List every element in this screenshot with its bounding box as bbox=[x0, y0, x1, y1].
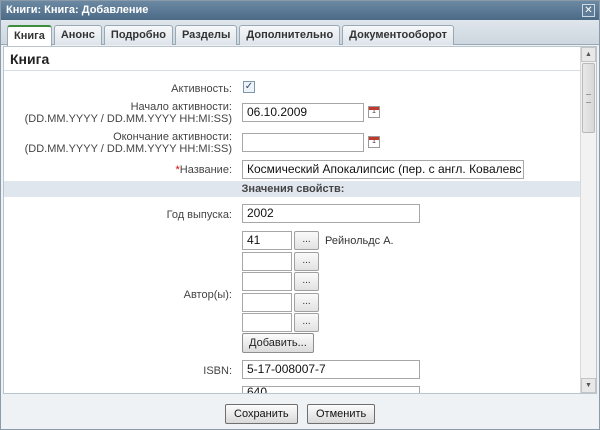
name-label: *Название: bbox=[176, 164, 233, 176]
authors-label: Автор(ы): bbox=[183, 289, 232, 301]
start-activity-input[interactable]: 06.10.2009 bbox=[242, 103, 364, 122]
author-id-input-1[interactable]: 41 bbox=[242, 231, 292, 250]
add-author-button[interactable]: Добавить... bbox=[242, 333, 314, 353]
tab-sections[interactable]: Разделы bbox=[174, 25, 238, 45]
tab-additional[interactable]: Дополнительно bbox=[239, 25, 341, 45]
activity-checkbox[interactable]: ✓ bbox=[243, 81, 255, 93]
name-label-text: Название: bbox=[179, 164, 232, 176]
isbn-input[interactable]: 5-17-008007-7 bbox=[242, 360, 420, 379]
author-select-button-3[interactable]: ... bbox=[294, 272, 319, 291]
add-book-dialog: Книги: Книга: Добавление ✕ Книга Анонс П… bbox=[0, 0, 600, 430]
properties-header: Значения свойств: bbox=[4, 181, 582, 197]
partial-field-input[interactable]: 640 bbox=[242, 386, 420, 393]
author-select-button-5[interactable]: ... bbox=[294, 313, 319, 332]
tab-bar: Книга Анонс Подробно Разделы Дополнитель… bbox=[1, 20, 599, 46]
window-title: Книги: Книга: Добавление bbox=[6, 4, 149, 16]
scroll-down-icon[interactable]: ▼ bbox=[581, 378, 596, 393]
tab-document-flow[interactable]: Документооборот bbox=[342, 25, 454, 45]
end-activity-input[interactable] bbox=[242, 133, 364, 152]
isbn-label: ISBN: bbox=[203, 365, 232, 377]
vertical-scrollbar[interactable]: ▲ ▼ bbox=[580, 47, 596, 393]
end-activity-format-hint: (DD.MM.YYYY / DD.MM.YYYY HH:MI:SS) bbox=[24, 143, 232, 155]
end-activity-label-text: Окончание активности: bbox=[113, 131, 232, 143]
dialog-footer: Сохранить Отменить bbox=[1, 395, 599, 429]
tab-book[interactable]: Книга bbox=[7, 25, 52, 46]
author-select-button-4[interactable]: ... bbox=[294, 293, 319, 312]
year-label: Год выпуска: bbox=[166, 209, 232, 221]
close-icon[interactable]: ✕ bbox=[582, 4, 595, 17]
form-content: Книга Активность: ✓ Начало активности: (… bbox=[3, 46, 597, 394]
author-id-input-4[interactable] bbox=[242, 293, 292, 312]
start-calendar-icon[interactable]: 1 bbox=[368, 106, 380, 118]
author-id-input-5[interactable] bbox=[242, 313, 292, 332]
author-name-1: Рейнольдс А. bbox=[325, 235, 394, 247]
section-title: Книга bbox=[10, 51, 50, 67]
end-activity-label: Окончание активности: (DD.MM.YYYY / DD.M… bbox=[25, 131, 232, 155]
name-input[interactable]: Космический Апокалипсис (пер. с англ. Ко… bbox=[242, 160, 524, 179]
activity-label: Активность: bbox=[171, 83, 232, 95]
start-activity-label: Начало активности: (DD.MM.YYYY / DD.MM.Y… bbox=[25, 101, 232, 125]
cancel-button[interactable]: Отменить bbox=[307, 404, 376, 424]
start-activity-format-hint: (DD.MM.YYYY / DD.MM.YYYY HH:MI:SS) bbox=[24, 113, 232, 125]
end-calendar-icon[interactable]: 1 bbox=[368, 136, 380, 148]
tab-announce[interactable]: Анонс bbox=[53, 25, 102, 45]
start-activity-label-text: Начало активности: bbox=[130, 101, 232, 113]
window-titlebar[interactable]: Книги: Книга: Добавление bbox=[1, 1, 599, 20]
year-input[interactable]: 2002 bbox=[242, 204, 420, 223]
author-id-input-2[interactable] bbox=[242, 252, 292, 271]
section-divider bbox=[4, 70, 582, 71]
author-select-button-1[interactable]: ... bbox=[294, 231, 319, 250]
scroll-up-icon[interactable]: ▲ bbox=[581, 47, 596, 62]
scroll-thumb[interactable] bbox=[582, 63, 595, 133]
tab-details[interactable]: Подробно bbox=[103, 25, 173, 45]
save-button[interactable]: Сохранить bbox=[225, 404, 298, 424]
author-id-input-3[interactable] bbox=[242, 272, 292, 291]
author-select-button-2[interactable]: ... bbox=[294, 252, 319, 271]
